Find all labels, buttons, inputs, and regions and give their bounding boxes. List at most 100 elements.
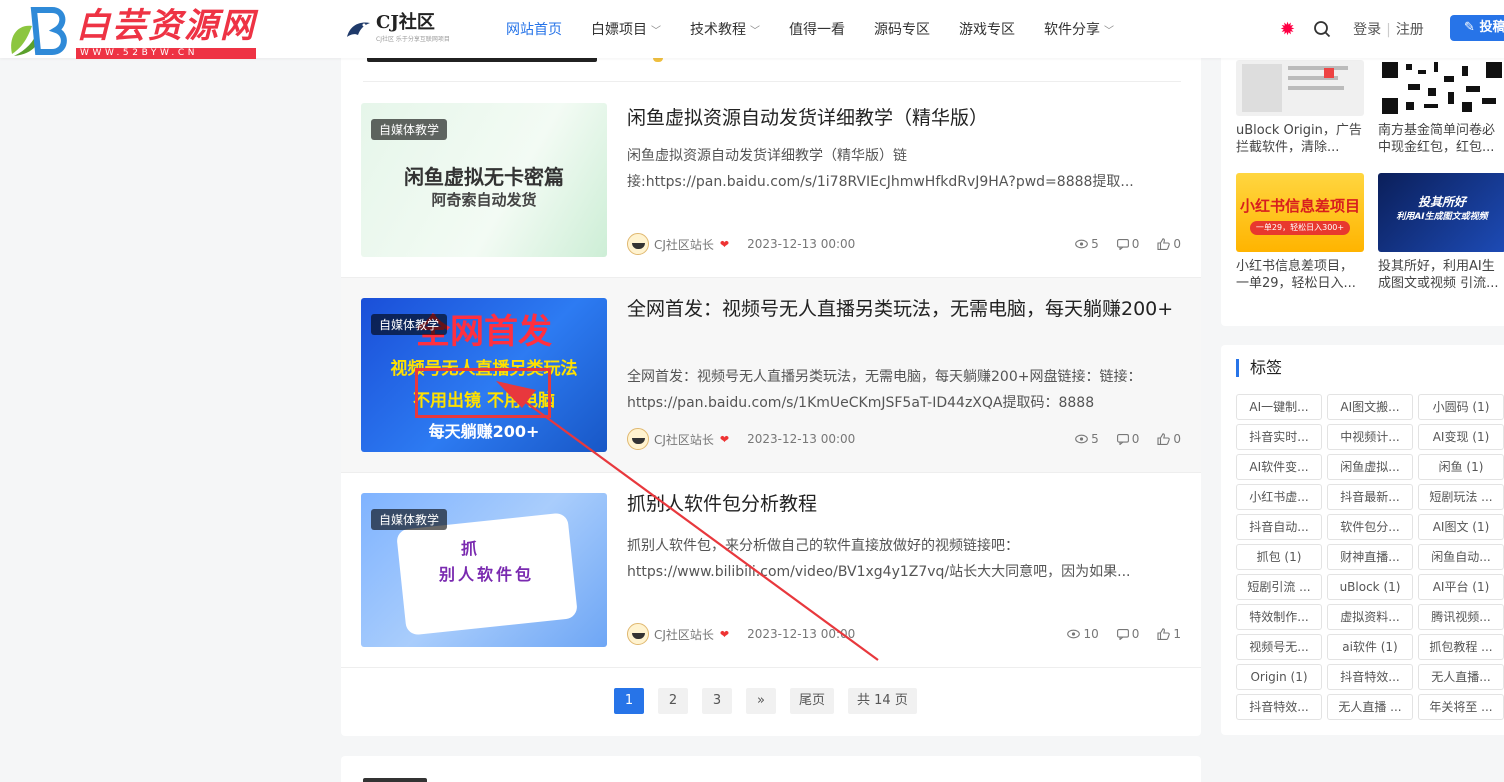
nav-item-free-projects[interactable]: 白嫖项目 ﹀ — [591, 19, 661, 39]
related-thumbnail[interactable]: 投其所好 利用AI生成图文或视频 — [1378, 173, 1504, 252]
tag-chip[interactable]: AI平台 (1) — [1418, 574, 1504, 600]
comments-stat[interactable]: 0 — [1116, 432, 1139, 446]
tag-chip[interactable]: 抖音自动... — [1236, 514, 1322, 540]
comments-stat[interactable]: 0 — [1116, 237, 1139, 251]
tag-chip[interactable]: 抖音特效... — [1236, 694, 1322, 720]
related-thumbnail[interactable]: 小红书信息差项目 一单29，轻松日入300+ — [1236, 173, 1364, 252]
related-title[interactable]: 投其所好，利用AI生成图文或视频 引流... — [1378, 258, 1504, 292]
post-thumbnail[interactable]: 自媒体教学 抓 别人软件包 — [361, 493, 607, 647]
category-badge[interactable]: 自媒体教学 — [371, 119, 448, 140]
category-badge[interactable]: 自媒体教学 — [371, 314, 448, 335]
tag-chip[interactable]: 短剧引流 ... — [1236, 574, 1322, 600]
related-item[interactable]: 投其所好 利用AI生成图文或视频 投其所好，利用AI生成图文或视频 引流... — [1378, 173, 1504, 292]
author-name[interactable]: CJ社区站长 — [654, 626, 714, 643]
tag-chip[interactable]: 虚拟资料... — [1327, 604, 1413, 630]
tag-chip[interactable]: 短剧玩法 ... — [1418, 484, 1504, 510]
related-item[interactable]: uBlock Origin，广告拦截软件，清除... — [1236, 60, 1364, 156]
post-title[interactable]: 抓别人软件包分析教程 — [627, 489, 1177, 519]
related-title[interactable]: uBlock Origin，广告拦截软件，清除... — [1236, 122, 1364, 156]
tag-chip[interactable]: AI图文搬... — [1327, 394, 1413, 420]
category-badge[interactable]: 自媒体教学 — [371, 509, 448, 530]
tag-chip[interactable]: 年关将至 ... — [1418, 694, 1504, 720]
qr-code-thumbnail[interactable] — [1378, 60, 1504, 116]
nav-label: 软件分享 — [1044, 22, 1100, 38]
post-title[interactable]: 全网首发：视频号无人直播另类玩法，无需电脑，每天躺赚200+ — [627, 294, 1177, 324]
nav-item-tutorials[interactable]: 技术教程 ﹀ — [690, 19, 760, 39]
post-thumbnail[interactable]: 自媒体教学 闲鱼虚拟无卡密篇 阿奇索自动发货 — [361, 103, 607, 257]
related-thumbnail[interactable] — [1236, 60, 1364, 116]
post-item[interactable]: 自媒体教学 全网首发 视频号无人直播另类玩法 不用出镜 不用电脑 每天躺赚200… — [341, 278, 1201, 473]
nav-item-software[interactable]: 软件分享 ﹀ — [1044, 19, 1114, 39]
tag-chip[interactable]: ai软件 (1) — [1327, 634, 1413, 660]
author-name[interactable]: CJ社区站长 — [654, 236, 714, 253]
tag-chip[interactable]: 财神直播... — [1327, 544, 1413, 570]
thumbnail-subtext: 阿奇索自动发货 — [431, 191, 537, 209]
nav-label: 技术教程 — [690, 22, 746, 38]
post-item[interactable]: 自媒体教学 抓 别人软件包 抓别人软件包分析教程 抓别人软件包，来分析做自己的软… — [341, 473, 1201, 668]
next-page-button[interactable]: » — [746, 688, 776, 714]
tag-chip[interactable]: 抓包教程 ... — [1418, 634, 1504, 660]
nav-item-source-code[interactable]: 源码专区 — [874, 19, 930, 39]
theme-toggle-sun-icon[interactable]: ✹ — [1280, 19, 1295, 40]
site-logo[interactable]: CJ社区 CJ社区 乐于分享互联网项目 — [344, 14, 450, 43]
page-button-1[interactable]: 1 — [614, 688, 644, 714]
page-button-3[interactable]: 3 — [702, 688, 732, 714]
top-header: 白芸资源网 WWW.52BYW.CN CJ社区 CJ社区 乐于分享互联网项目 网… — [0, 0, 1504, 59]
nav-item-home[interactable]: 网站首页 — [506, 19, 562, 39]
related-title[interactable]: 南方基金简单问卷必中现金红包，红包... — [1378, 122, 1504, 156]
page-button-2[interactable]: 2 — [658, 688, 688, 714]
post-excerpt: 抓别人软件包，来分析做自己的软件直接放做好的视频链接吧：https://www.… — [627, 538, 1131, 580]
tag-chip[interactable]: 中视频计... — [1327, 424, 1413, 450]
post-title[interactable]: 闲鱼虚拟资源自动发货详细教学（精华版） — [627, 103, 1177, 133]
tag-chip[interactable]: 闲鱼自动... — [1418, 544, 1504, 570]
tag-chip[interactable]: 抓包 (1) — [1236, 544, 1322, 570]
nav-item-games[interactable]: 游戏专区 — [959, 19, 1015, 39]
related-title[interactable]: 小红书信息差项目，一单29，轻松日入... — [1236, 258, 1364, 292]
tag-chip[interactable]: 小圆码 (1) — [1418, 394, 1504, 420]
search-icon[interactable] — [1313, 20, 1331, 38]
views-count: 10 — [1083, 627, 1099, 641]
tag-chip[interactable]: 无人直播 ... — [1327, 694, 1413, 720]
tag-chip[interactable]: 抖音特效... — [1327, 664, 1413, 690]
thumbnail-subtext: 利用AI生成图文或视频 — [1396, 212, 1488, 222]
tag-chip[interactable]: Origin (1) — [1236, 664, 1322, 690]
thumbnail-text: 小红书信息差项目 — [1239, 197, 1360, 215]
likes-stat[interactable]: 0 — [1157, 237, 1181, 251]
nav-item-worth-seeing[interactable]: 值得一看 — [789, 19, 845, 39]
tag-chip[interactable]: 软件包分... — [1327, 514, 1413, 540]
related-item[interactable]: 小红书信息差项目 一单29，轻松日入300+ 小红书信息差项目，一单29，轻松日… — [1236, 173, 1364, 292]
author-name[interactable]: CJ社区站长 — [654, 431, 714, 448]
post-submit-button[interactable]: ✎ 投稿 — [1450, 15, 1504, 41]
post-item[interactable]: 自媒体教学 闲鱼虚拟无卡密篇 阿奇索自动发货 闲鱼虚拟资源自动发货详细教学（精华… — [341, 83, 1201, 278]
tag-chip[interactable]: 腾讯视频... — [1418, 604, 1504, 630]
login-link[interactable]: 登录 — [1353, 22, 1381, 38]
related-item[interactable]: 南方基金简单问卷必中现金红包，红包... — [1378, 60, 1504, 156]
likes-stat[interactable]: 0 — [1157, 432, 1181, 446]
tag-chip[interactable]: 小红书虚... — [1236, 484, 1322, 510]
post-excerpt: 闲鱼虚拟资源自动发货详细教学（精华版）链接:https://pan.baidu.… — [627, 148, 1134, 190]
tag-chip[interactable]: AI软件变... — [1236, 454, 1322, 480]
post-button-label: 投稿 — [1479, 20, 1504, 35]
tag-chip[interactable]: 抖音最新... — [1327, 484, 1413, 510]
tag-chip[interactable]: 闲鱼 (1) — [1418, 454, 1504, 480]
tag-chip[interactable]: 闲鱼虚拟... — [1327, 454, 1413, 480]
avatar[interactable] — [627, 428, 649, 450]
avatar[interactable] — [627, 233, 649, 255]
tag-chip[interactable]: 视频号无... — [1236, 634, 1322, 660]
tag-chip[interactable]: AI变现 (1) — [1418, 424, 1504, 450]
likes-stat[interactable]: 1 — [1157, 627, 1181, 641]
tag-chip[interactable]: 抖音实时... — [1236, 424, 1322, 450]
register-link[interactable]: 注册 — [1396, 22, 1424, 38]
post-meta: CJ社区站长 ❤ 2023-12-13 00:00 5 0 0 — [627, 428, 1181, 450]
tag-chip[interactable]: 无人直播... — [1418, 664, 1504, 690]
avatar[interactable] — [627, 623, 649, 645]
tag-chip[interactable]: 特效制作... — [1236, 604, 1322, 630]
tag-chip[interactable]: AI一键制... — [1236, 394, 1322, 420]
site-name: CJ社区 — [376, 12, 435, 33]
post-thumbnail[interactable]: 自媒体教学 全网首发 视频号无人直播另类玩法 不用出镜 不用电脑 每天躺赚200… — [361, 298, 607, 452]
last-page-button[interactable]: 尾页 — [790, 688, 835, 714]
post-meta: CJ社区站长 ❤ 2023-12-13 00:00 5 0 0 — [627, 233, 1181, 255]
comments-stat[interactable]: 0 — [1116, 627, 1139, 641]
tag-chip[interactable]: uBlock (1) — [1327, 574, 1413, 600]
tag-chip[interactable]: AI图文 (1) — [1418, 514, 1504, 540]
